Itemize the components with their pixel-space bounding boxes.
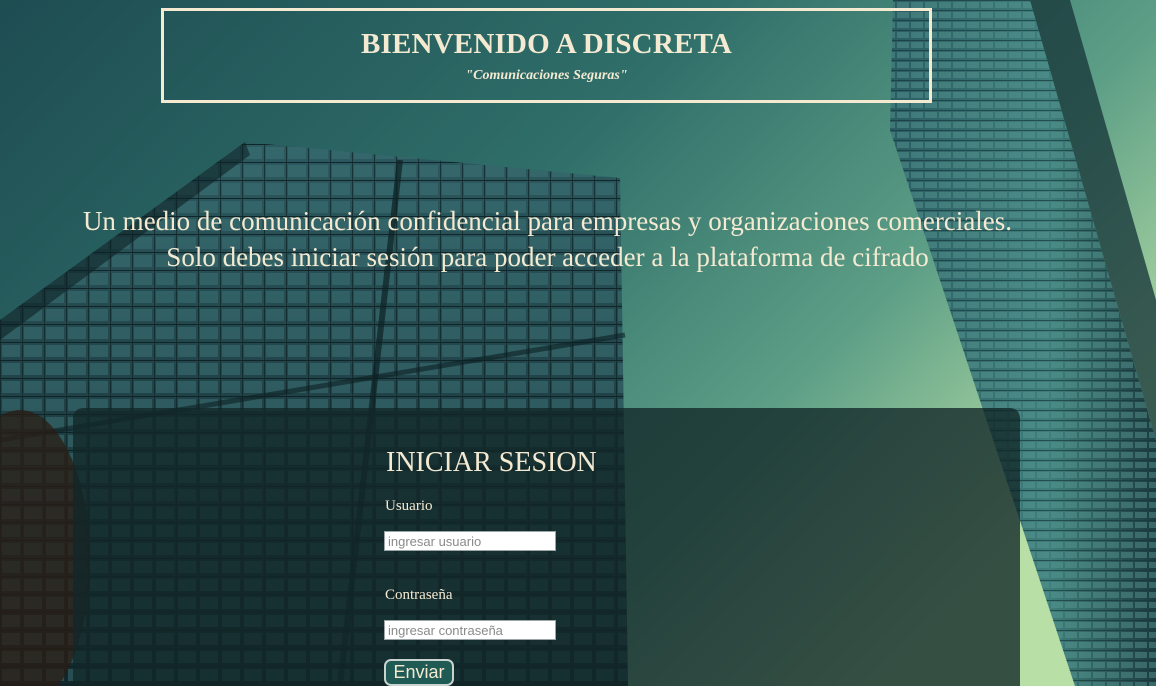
password-input[interactable] <box>384 620 556 640</box>
password-label: Contraseña <box>385 587 453 603</box>
intro-line-1: Un medio de comunicación confidencial pa… <box>82 206 1013 236</box>
username-input[interactable] <box>384 531 556 551</box>
welcome-header: BIENVENIDO A DISCRETA "Comunicaciones Se… <box>161 8 932 103</box>
username-label: Usuario <box>385 498 433 514</box>
login-title: INICIAR SESION <box>386 447 597 478</box>
submit-button[interactable]: Enviar <box>384 659 454 686</box>
page-title: BIENVENIDO A DISCRETA <box>360 28 733 60</box>
intro-text: Un medio de comunicación confidencial pa… <box>80 203 1015 275</box>
page-subtitle: "Comunicaciones Seguras" <box>465 68 628 83</box>
login-panel: INICIAR SESION Usuario Contraseña Enviar <box>73 408 1020 686</box>
intro-line-2: Solo debes iniciar sesión para poder acc… <box>166 242 929 272</box>
